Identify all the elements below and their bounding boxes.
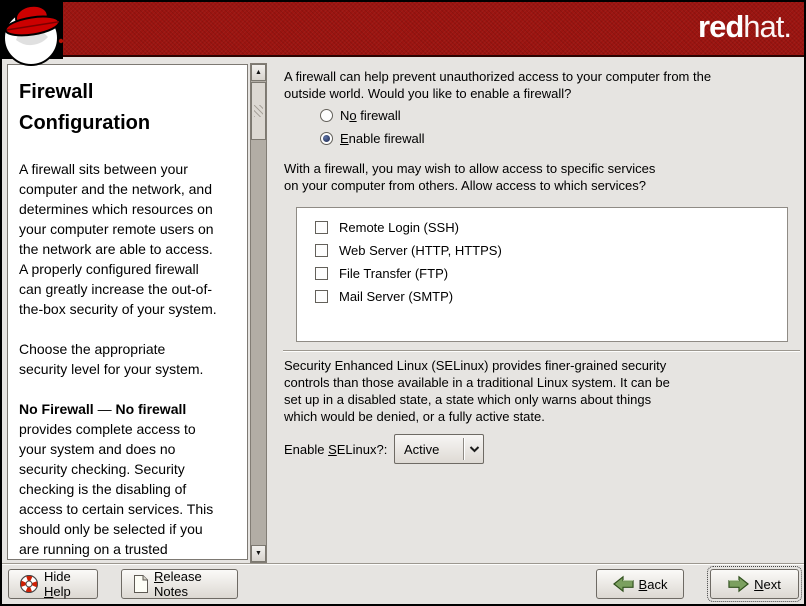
up-arrow-icon: ▲ — [255, 69, 262, 76]
help-paragraph-1: A firewall sits between your computer an… — [19, 159, 237, 319]
no-firewall-term: No Firewall — [19, 401, 94, 417]
header-banner — [2, 2, 804, 57]
selinux-dropdown-value: Active — [395, 442, 463, 457]
enable-selinux-label: Enable SELinux?: — [284, 442, 387, 457]
services-question-text: With a firewall, you may wish to allow a… — [284, 160, 655, 194]
footer-separator — [2, 563, 804, 565]
service-label: File Transfer (FTP) — [339, 266, 448, 281]
checkbox-icon[interactable] — [315, 221, 328, 234]
redhat-wordmark: redhat. — [698, 10, 791, 44]
service-row-ftp[interactable]: File Transfer (FTP) — [315, 262, 787, 285]
no-firewall-term-2: No firewall — [115, 401, 186, 417]
help-paragraph-2: Choose the appropriate security level fo… — [19, 339, 237, 379]
checkbox-icon[interactable] — [315, 267, 328, 280]
scroll-up-button[interactable]: ▲ — [251, 64, 266, 81]
radio-no-firewall-label: No firewall — [340, 108, 401, 123]
dash: — — [94, 401, 116, 417]
next-button[interactable]: Next — [710, 569, 799, 599]
document-icon — [132, 574, 149, 594]
radio-enable-firewall[interactable]: Enable firewall — [320, 131, 425, 146]
installer-window: redhat. Firewall Configuration A firewal… — [0, 0, 806, 606]
redhat-shadowman-logo-icon — [2, 2, 66, 75]
radio-button-icon[interactable] — [320, 109, 333, 122]
checkbox-icon[interactable] — [315, 290, 328, 303]
next-arrow-icon — [728, 575, 749, 593]
service-label: Remote Login (SSH) — [339, 220, 459, 235]
trusted-services-list: Remote Login (SSH) Web Server (HTTP, HTT… — [296, 207, 788, 342]
service-label: Mail Server (SMTP) — [339, 289, 453, 304]
help-panel: Firewall Configuration A firewall sits b… — [7, 64, 248, 560]
service-row-smtp[interactable]: Mail Server (SMTP) — [315, 285, 787, 308]
next-label: Next — [754, 577, 781, 592]
release-notes-button[interactable]: Release Notes — [121, 569, 238, 599]
chevron-down-icon — [465, 446, 483, 453]
back-button[interactable]: Back — [596, 569, 684, 599]
radio-button-selected-icon[interactable] — [320, 132, 333, 145]
selinux-dropdown[interactable]: Active — [394, 434, 484, 464]
service-label: Web Server (HTTP, HTTPS) — [339, 243, 502, 258]
scroll-down-button[interactable]: ▼ — [251, 545, 266, 562]
service-row-ssh[interactable]: Remote Login (SSH) — [315, 216, 787, 239]
release-notes-label: Release Notes — [154, 569, 227, 599]
down-arrow-icon: ▼ — [255, 550, 262, 557]
hide-help-label: Hide Help — [44, 569, 87, 599]
brand-bold: red — [698, 9, 743, 44]
section-separator — [283, 350, 800, 352]
help-paragraph-3-rest: provides complete access to your system … — [19, 421, 213, 557]
back-arrow-icon — [613, 575, 634, 593]
brand-light: hat. — [743, 9, 791, 44]
scrollbar-thumb[interactable] — [251, 82, 266, 140]
help-paragraph-3: No Firewall — No firewall provides compl… — [19, 399, 237, 559]
hide-help-button[interactable]: Hide Help — [8, 569, 98, 599]
radio-enable-firewall-label: Enable firewall — [340, 131, 425, 146]
checkbox-icon[interactable] — [315, 244, 328, 257]
firewall-intro-text: A firewall can help prevent unauthorized… — [284, 68, 711, 102]
selinux-description-text: Security Enhanced Linux (SELinux) provid… — [284, 357, 670, 425]
help-scrollbar[interactable]: ▲ ▼ — [250, 63, 267, 563]
scrollbar-grip-icon — [254, 105, 263, 117]
lifebuoy-icon — [19, 574, 39, 594]
service-row-web[interactable]: Web Server (HTTP, HTTPS) — [315, 239, 787, 262]
back-label: Back — [639, 577, 668, 592]
radio-no-firewall[interactable]: No firewall — [320, 108, 401, 123]
help-title: Firewall Configuration — [19, 77, 237, 139]
